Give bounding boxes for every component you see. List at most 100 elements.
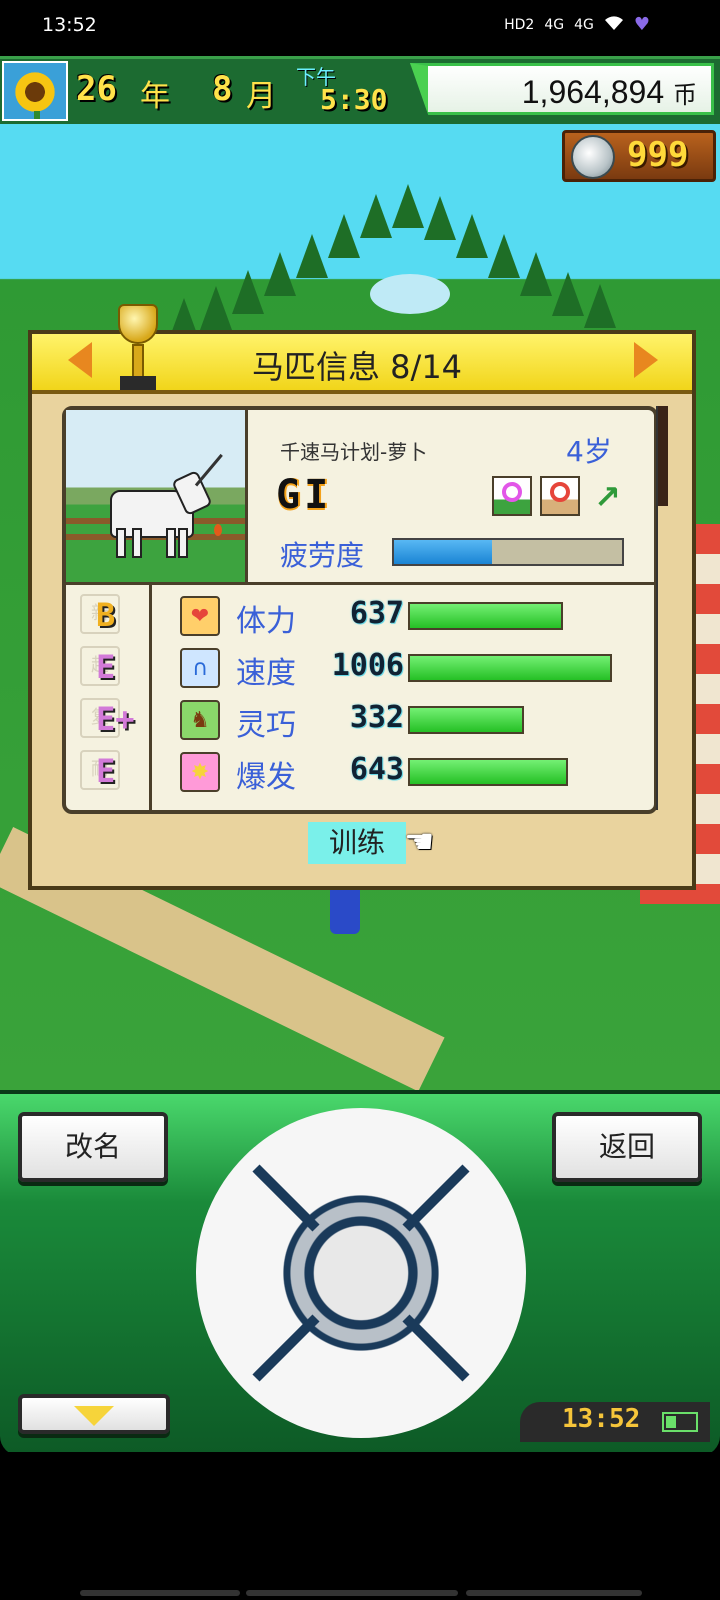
return-button[interactable]: 返回 [552,1112,702,1182]
money-display: 1,964,894 币 [522,74,697,111]
next-arrow-icon[interactable] [634,342,658,378]
pond [370,274,450,314]
tree [520,252,552,296]
race-grade: GI [276,472,333,518]
stat-row: 耐 E ✸ 爆发 643 [66,746,654,798]
heart-icon: ♥ [633,14,650,35]
farmer-sprite [330,884,360,934]
tree [456,214,488,258]
burst-icon: ✸ [180,752,220,792]
tree [328,214,360,258]
train-button[interactable]: 训练 [308,822,406,864]
stat-label: 爆发 [236,760,296,795]
card-divider [66,582,654,585]
horse-portrait [66,410,248,582]
panel-scrollbar[interactable] [656,406,668,810]
stat-row: 新 B ❤ 体力 637 [66,590,654,642]
medal-count: 999 [627,135,689,175]
device-clock: 13:52 [520,1402,710,1442]
horse-detail-card: 千速马计划-萝卜 4岁 GI ↗ 疲劳度 新 B ❤ 体力 637 超 E ∩ 速度 1006 复 E… [62,406,658,814]
hd-indicator: HD2 [504,16,535,33]
tree [264,252,296,296]
fatigue-fill [394,540,493,564]
wifi-icon [604,15,624,35]
pink-ring-tag-icon [492,476,532,516]
horse-name: 千速马计划-萝卜 [280,440,428,464]
stat-value: 1006 [331,648,404,683]
month-unit: 月 [246,79,276,114]
horse-age: 4岁 [566,435,612,468]
horse-medal-icon [571,135,615,179]
stat-value: 332 [349,700,404,735]
tree [360,194,392,238]
horse-icon: ♞ [180,700,220,740]
medal-counter: 999 [562,130,716,182]
nav-pill[interactable] [80,1590,240,1596]
scrollbar-thumb[interactable] [658,406,668,506]
battery-icon [662,1412,698,1432]
stat-grade: E [96,752,116,790]
money-value: 1,964,894 [521,74,665,110]
game-top-bar: 26 年 8 月 下午 5:30 1,964,894 币 [0,56,720,130]
stat-bar-fill [408,706,524,734]
horse-info-panel: 马匹信息 8/14 千速马计划-萝卜 4岁 GI ↗ 疲劳度 新 B ❤ 体力 637 超… [28,304,696,890]
expand-button[interactable] [18,1394,170,1434]
status-bar: 13:52 HD2 4G 4G ♥ [0,0,720,56]
tree [200,286,232,330]
trophy-icon [112,304,164,404]
tree [584,284,616,328]
stat-bar-fill [408,758,568,786]
tree [232,270,264,314]
money-unit: 币 [673,82,697,109]
tree [424,196,456,240]
device-clock-text: 13:52 [562,1404,641,1434]
stat-bar [408,602,618,630]
dpad-cross-icon [252,1164,470,1382]
stat-bar [408,758,618,786]
fatigue-bar [392,538,624,566]
sunflower-icon[interactable] [2,61,68,121]
tree [296,234,328,278]
stat-bar [408,706,618,734]
month-value: 8 [212,69,233,109]
controller-area: 改名 返回 13:52 [0,1090,720,1456]
nav-pill[interactable] [246,1590,458,1596]
stat-grade: E [96,648,116,686]
stat-value: 637 [349,596,404,631]
year-value: 26 [76,69,117,109]
stat-label: 体力 [236,604,296,639]
heart-icon: ❤ [180,596,220,636]
stat-bar [408,654,618,682]
signal-4g-indicator-2: 4G [574,16,594,33]
stat-grade: E+ [96,700,135,738]
signal-4g-indicator: 4G [544,16,565,33]
stat-bar-fill [408,654,612,682]
year-unit: 年 [140,79,170,114]
stat-value: 643 [349,752,404,787]
pointing-hand-icon: ☚ [404,822,435,862]
horseshoe-icon: ∩ [180,648,220,688]
money-box: 1,964,894 币 [410,63,714,115]
nav-pill[interactable] [466,1590,642,1596]
red-ring-tag-icon [540,476,580,516]
status-icons: HD2 4G 4G ♥ [504,14,650,35]
stat-label: 灵巧 [236,708,296,743]
navigation-bar [0,1452,720,1600]
game-clock: 5:30 [320,83,388,116]
tree [392,184,424,228]
down-arrow-icon [74,1406,114,1426]
fatigue-label: 疲劳度 [280,539,365,572]
tree [488,234,520,278]
rename-button[interactable]: 改名 [18,1112,168,1182]
stat-row: 复 E+ ♞ 灵巧 332 [66,694,654,746]
stat-label: 速度 [236,656,296,691]
status-time: 13:52 [42,14,97,36]
prev-arrow-icon[interactable] [68,342,92,378]
stat-bar-fill [408,602,564,630]
trend-up-arrow-icon: ↗ [594,478,621,516]
stat-grade: B [96,596,116,634]
directional-pad[interactable] [196,1108,526,1438]
panel-title: 马匹信息 8/14 [252,348,463,386]
stat-row: 超 E ∩ 速度 1006 [66,642,654,694]
tree [552,272,584,316]
